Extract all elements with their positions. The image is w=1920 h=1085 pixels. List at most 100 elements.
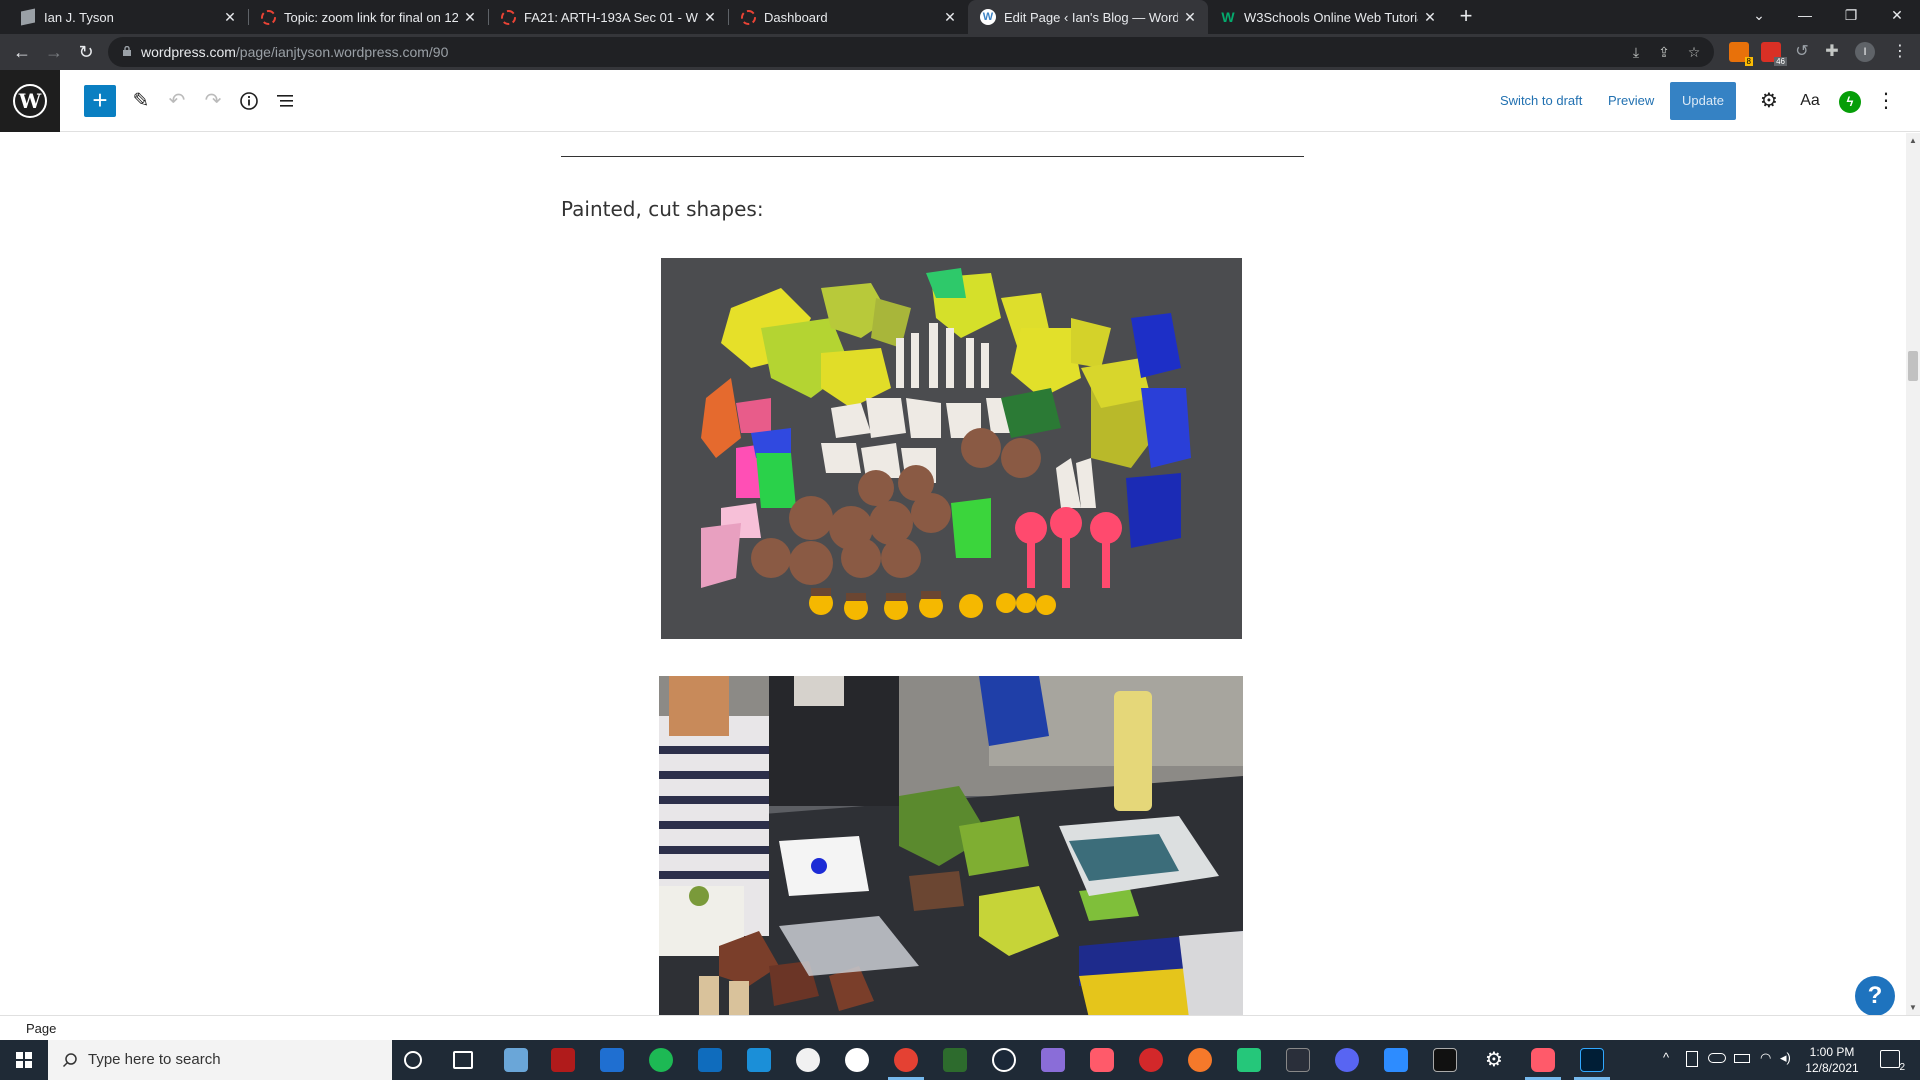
close-icon[interactable]: ✕: [1418, 9, 1442, 26]
app-icon[interactable]: [1139, 1048, 1163, 1072]
address-bar[interactable]: wordpress.com/page/ianjtyson.wordpress.c…: [108, 37, 1714, 67]
image-block-workshop[interactable]: [659, 676, 1243, 1015]
onedrive-icon[interactable]: [1708, 1053, 1726, 1063]
breadcrumb-page[interactable]: Page: [26, 1021, 56, 1036]
profile-avatar[interactable]: I: [1855, 42, 1875, 62]
spotify-icon[interactable]: [649, 1048, 673, 1072]
browser-tab[interactable]: FA21: ARTH-193A Sec 01 - World ✕: [488, 0, 729, 34]
notifications-icon[interactable]: 2: [1880, 1050, 1905, 1073]
ring-icon: [500, 9, 516, 25]
close-icon[interactable]: ✕: [458, 9, 482, 26]
restore-icon[interactable]: ❐: [1828, 0, 1874, 30]
minimize-icon[interactable]: —: [1782, 0, 1828, 30]
options-kebab-icon[interactable]: ⋮: [1870, 85, 1902, 117]
update-button[interactable]: Update: [1670, 82, 1736, 120]
volume-icon[interactable]: ◂): [1780, 1050, 1791, 1066]
wordpress-logo-icon[interactable]: W: [0, 70, 60, 132]
typography-styles-icon[interactable]: Aa: [1794, 85, 1826, 117]
redo-icon[interactable]: ↷: [197, 85, 229, 117]
photoshop-icon[interactable]: [1580, 1048, 1604, 1072]
windows-start-icon[interactable]: [0, 1040, 48, 1080]
chrome-icon[interactable]: [894, 1048, 918, 1072]
history-icon[interactable]: ↺: [1792, 42, 1812, 62]
w3schools-icon: W: [1221, 9, 1235, 25]
back-arrow-icon[interactable]: ←: [8, 38, 36, 66]
paragraph-block[interactable]: Painted, cut shapes:: [561, 197, 764, 221]
wifi-icon[interactable]: ◠: [1760, 1050, 1771, 1066]
undo-icon[interactable]: ↶: [161, 85, 193, 117]
tab-title: FA21: ARTH-193A Sec 01 - World: [524, 9, 698, 25]
epic-games-icon[interactable]: [1433, 1048, 1457, 1072]
list-view-icon[interactable]: [269, 85, 301, 117]
image-block-painted-shapes[interactable]: [661, 258, 1242, 639]
switch-to-draft-link[interactable]: Switch to draft: [1500, 93, 1582, 108]
browser-toolbar: ← → ↻ wordpress.com/page/ianjtyson.wordp…: [0, 34, 1920, 70]
wordpress-app-icon[interactable]: [845, 1048, 869, 1072]
mail-icon[interactable]: [698, 1048, 722, 1072]
store-icon[interactable]: [600, 1048, 624, 1072]
puzzle-extensions-icon[interactable]: ✚: [1822, 42, 1842, 62]
minecraft-icon[interactable]: [943, 1048, 967, 1072]
extension-icon[interactable]: 46: [1761, 42, 1787, 66]
tab-title: Edit Page ‹ Ian's Blog — WordPress: [1004, 9, 1178, 25]
creative-cloud-icon[interactable]: [1531, 1048, 1555, 1072]
close-icon[interactable]: ✕: [698, 9, 722, 26]
blender-icon[interactable]: [1188, 1048, 1212, 1072]
info-icon[interactable]: [233, 85, 265, 117]
window-close-icon[interactable]: ✕: [1874, 0, 1920, 30]
browser-tab-active[interactable]: W Edit Page ‹ Ian's Blog — WordPress ✕: [968, 0, 1208, 34]
browser-tab[interactable]: Topic: zoom link for final on 12/9 ✕: [248, 0, 489, 34]
editor-canvas[interactable]: Painted, cut shapes:: [0, 133, 1906, 1015]
files-app-icon[interactable]: [504, 1048, 528, 1072]
share-icon[interactable]: ⇪: [1654, 42, 1674, 62]
tab-title: W3Schools Online Web Tutorials: [1244, 9, 1418, 25]
cortana-icon[interactable]: [404, 1051, 422, 1069]
itunes-icon[interactable]: [796, 1048, 820, 1072]
cube-icon: [20, 8, 36, 26]
system-clock[interactable]: 1:00 PM 12/8/2021: [1800, 1044, 1864, 1076]
preview-link[interactable]: Preview: [1608, 93, 1654, 108]
settings-gear-icon[interactable]: ⚙: [1482, 1048, 1506, 1072]
editor-header: W + ✎ ↶ ↷ Switch to draft Preview Update…: [0, 70, 1920, 132]
settings-gear-icon[interactable]: ⚙: [1753, 85, 1785, 117]
device-icon[interactable]: [1686, 1051, 1698, 1067]
reload-icon[interactable]: ↻: [72, 38, 100, 66]
creative-cloud-icon[interactable]: [1090, 1048, 1114, 1072]
close-icon[interactable]: ✕: [1178, 9, 1202, 26]
editor-scrollbar[interactable]: ▲ ▼: [1906, 133, 1920, 1015]
block-breadcrumb-bar: Page: [0, 1015, 1920, 1040]
task-view-icon[interactable]: [453, 1051, 473, 1069]
taskbar-search-input[interactable]: Type here to search: [48, 1040, 392, 1080]
jetpack-bolt-icon[interactable]: ϟ: [1839, 91, 1861, 113]
scrollbar-thumb[interactable]: [1908, 351, 1918, 381]
pencil-tools-icon[interactable]: ✎: [125, 85, 157, 117]
app-icon[interactable]: [1237, 1048, 1261, 1072]
zoom-icon[interactable]: [1384, 1048, 1408, 1072]
close-icon[interactable]: ✕: [218, 9, 242, 26]
show-hidden-icons-chevron-icon[interactable]: ^: [1663, 1050, 1669, 1065]
close-icon[interactable]: ✕: [938, 9, 962, 26]
steam-icon[interactable]: [992, 1048, 1016, 1072]
discord-icon[interactable]: [1335, 1048, 1359, 1072]
extension-icon[interactable]: 8: [1729, 42, 1753, 66]
install-app-icon[interactable]: ⤓: [1626, 42, 1646, 62]
browser-tab[interactable]: Dashboard ✕: [728, 0, 968, 34]
new-tab-plus-icon[interactable]: +: [1454, 5, 1478, 29]
battery-icon[interactable]: [1734, 1054, 1750, 1063]
forward-arrow-icon[interactable]: →: [40, 38, 68, 66]
calculator-icon[interactable]: [747, 1048, 771, 1072]
unity-icon[interactable]: [1286, 1048, 1310, 1072]
paint-app-icon[interactable]: [1041, 1048, 1065, 1072]
tab-search-chevron-icon[interactable]: ⌄: [1736, 0, 1782, 30]
block-inserter-plus-icon[interactable]: +: [84, 85, 116, 117]
bookmark-star-icon[interactable]: ☆: [1684, 42, 1704, 62]
help-button[interactable]: ?: [1855, 976, 1895, 1016]
app-icon[interactable]: [551, 1048, 575, 1072]
chrome-menu-icon[interactable]: ⋮: [1890, 42, 1910, 62]
scroll-up-icon[interactable]: ▲: [1909, 136, 1917, 145]
browser-tab-strip: Ian J. Tyson ✕ Topic: zoom link for fina…: [0, 0, 1920, 34]
tab-title: Ian J. Tyson: [44, 9, 114, 25]
browser-tab[interactable]: Ian J. Tyson ✕: [8, 0, 249, 34]
browser-tab[interactable]: W W3Schools Online Web Tutorials ✕: [1208, 0, 1448, 34]
scroll-down-icon[interactable]: ▼: [1909, 1003, 1917, 1012]
